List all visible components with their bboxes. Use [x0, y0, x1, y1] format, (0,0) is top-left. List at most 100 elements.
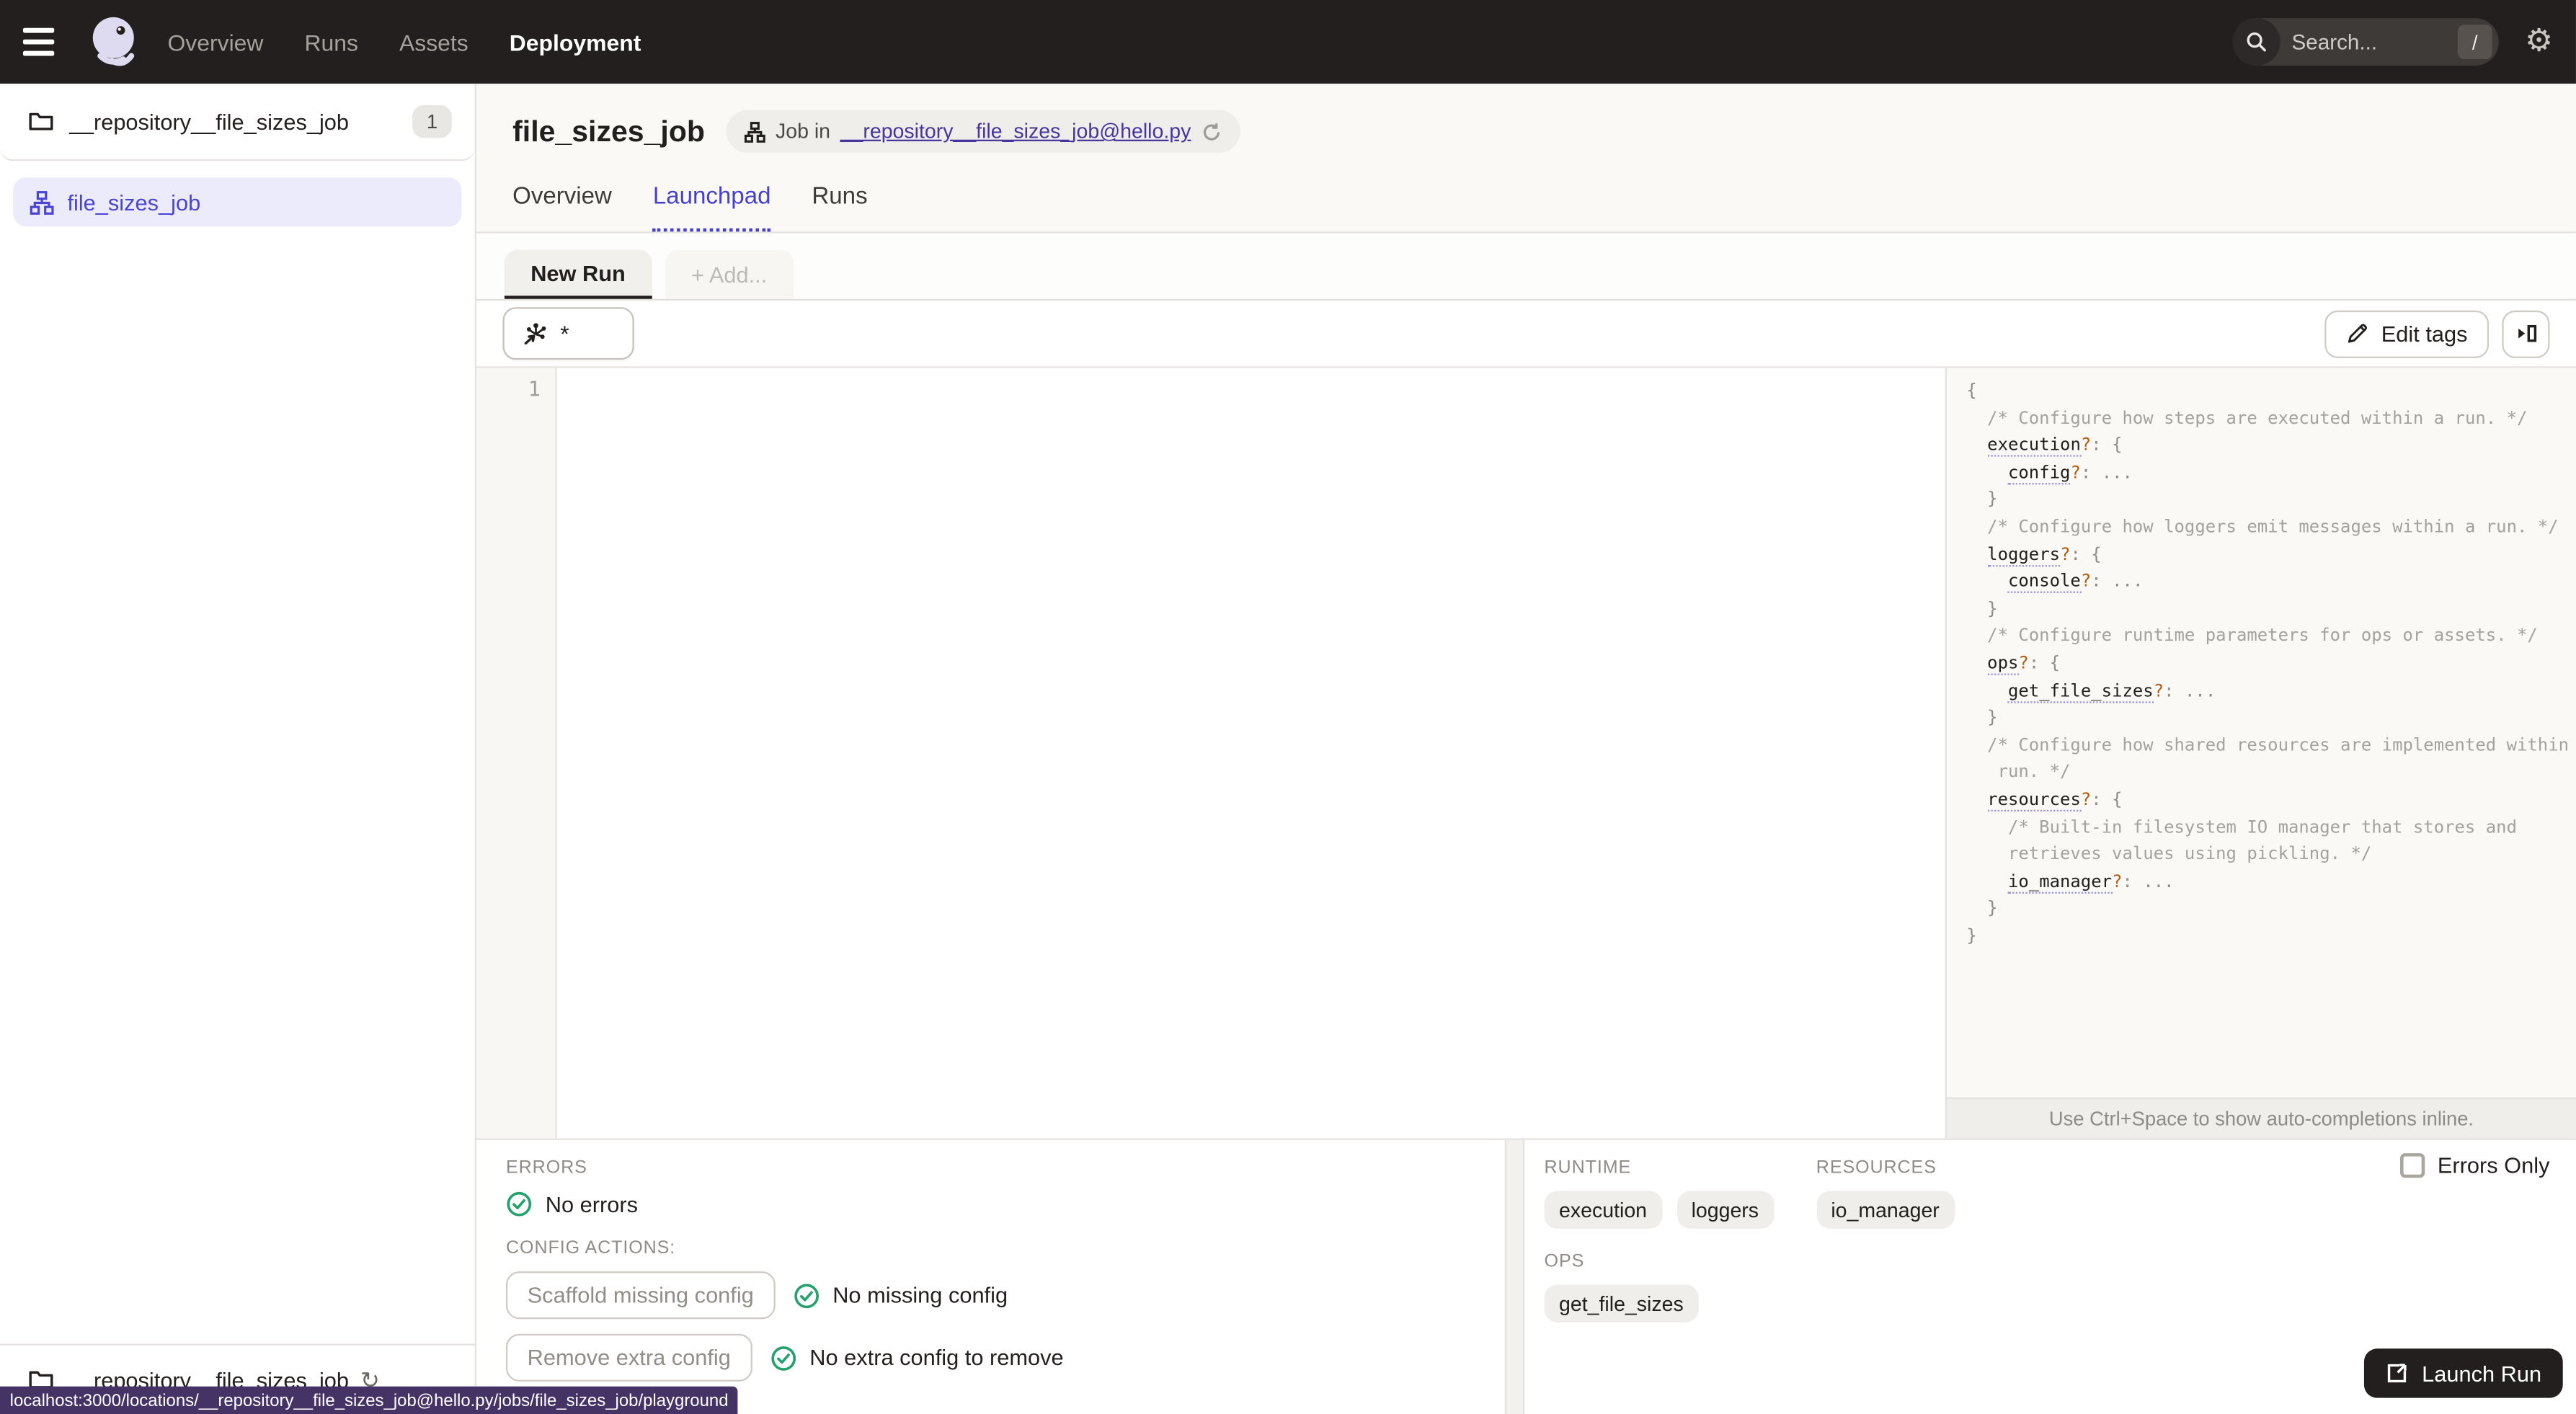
schema-line: /* Configure runtime parameters for ops …: [1966, 626, 2538, 646]
schema-line: }: [1966, 490, 1998, 510]
job-graph-icon: [745, 120, 765, 142]
scaffold-config-row: Scaffold missing config No missing confi…: [506, 1271, 1505, 1320]
sidebar-item-file-sizes-job[interactable]: file_sizes_job: [13, 177, 462, 227]
expand-panel-button[interactable]: [2502, 309, 2550, 357]
page-header: file_sizes_job Job in __repository__file…: [476, 84, 2576, 234]
schema-line: /* Configure how loggers emit messages w…: [1966, 517, 2559, 538]
schema-line: {: [1966, 381, 1977, 401]
edit-tags-button[interactable]: Edit tags: [2325, 309, 2490, 357]
config-editor[interactable]: [556, 368, 1945, 1139]
scaffold-status: No missing config: [794, 1282, 1008, 1308]
search-placeholder: Search...: [2291, 30, 2378, 55]
scope-chip[interactable]: loggers: [1676, 1191, 1774, 1229]
line-number: 1: [528, 375, 541, 401]
remove-config-row: Remove extra config No extra config to r…: [506, 1333, 1505, 1382]
nav-link-assets[interactable]: Assets: [399, 29, 468, 55]
tab-overview[interactable]: Overview: [512, 184, 612, 231]
errors-section: ERRORS No errors CONFIG ACTIONS: Scaffol…: [476, 1140, 1505, 1414]
schema-line: }: [1966, 708, 1998, 729]
errors-only-label: Errors Only: [2437, 1153, 2550, 1178]
config-actions-label: CONFIG ACTIONS:: [506, 1238, 676, 1258]
resources-group: RESOURCES io_manager: [1816, 1157, 1955, 1252]
repo-count-badge: 1: [412, 105, 452, 138]
nav-link-deployment[interactable]: Deployment: [510, 29, 641, 55]
search-input[interactable]: Search... /: [2232, 18, 2499, 66]
edit-tags-label: Edit tags: [2381, 321, 2468, 346]
schema-line: resources?: {: [1966, 787, 2576, 814]
expand-panel-icon: [2518, 324, 2536, 342]
job-pill-prefix: Job in: [775, 120, 831, 143]
schema-line: /* Configure how shared resources are im…: [1966, 735, 2576, 755]
schema-line: run. */: [1966, 762, 2071, 783]
errors-status: No errors: [506, 1191, 1505, 1217]
reload-icon[interactable]: [1201, 121, 1222, 143]
resources-label: RESOURCES: [1816, 1157, 1937, 1178]
scope-chip[interactable]: get_file_sizes: [1544, 1284, 1699, 1322]
schema-line: /* Built-in filesystem IO manager that s…: [1966, 817, 2517, 837]
browser-status-bar: localhost:3000/locations/__repository__f…: [0, 1386, 739, 1414]
schema-line: get_file_sizes?: ...: [1966, 677, 2576, 705]
remove-status-text: No extra config to remove: [809, 1345, 1064, 1370]
scaffold-missing-config-button[interactable]: Scaffold missing config: [506, 1271, 776, 1320]
ops-chips: get_file_sizes: [1544, 1284, 2576, 1322]
ops-label: OPS: [1544, 1251, 1585, 1272]
dagster-logo: [86, 12, 145, 71]
schema-line: }: [1966, 899, 1998, 919]
nav-link-overview[interactable]: Overview: [167, 29, 263, 55]
nav-links: Overview Runs Assets Deployment: [167, 29, 641, 55]
page-tabs: Overview Launchpad Runs: [512, 184, 2540, 232]
check-circle-icon: [507, 1191, 532, 1217]
sidebar-item-label: file_sizes_job: [67, 190, 201, 215]
menu-icon[interactable]: [22, 19, 69, 65]
top-nav: Overview Runs Assets Deployment Search..…: [0, 0, 2576, 84]
search-icon: [2232, 18, 2280, 66]
sidebar-repo-header[interactable]: __repository__file_sizes_job 1: [0, 84, 475, 161]
page-title: file_sizes_job: [512, 114, 705, 147]
main-panel: file_sizes_job Job in __repository__file…: [476, 84, 2576, 1414]
session-tab-new-run[interactable]: New Run: [504, 249, 652, 299]
gear-icon[interactable]: ⚙: [2525, 26, 2553, 57]
schema-line: ops?: {: [1966, 650, 2576, 677]
launchpad-session-tabs: New Run + Add...: [476, 233, 2576, 301]
session-tab-add[interactable]: + Add...: [665, 249, 794, 299]
job-graph-icon: [30, 190, 54, 214]
scope-chip[interactable]: execution: [1544, 1191, 1662, 1229]
status-url: localhost:3000/locations/__repository__f…: [9, 1390, 729, 1410]
folder-icon: [29, 112, 53, 130]
tab-runs[interactable]: Runs: [812, 184, 867, 231]
errors-status-text: No errors: [545, 1191, 638, 1217]
job-origin-pill: Job in __repository__file_sizes_job@hell…: [726, 110, 1240, 153]
editor-gutter: 1: [476, 368, 557, 1139]
launch-run-button[interactable]: Launch Run: [2364, 1348, 2563, 1398]
runtime-chips: execution loggers: [1544, 1191, 1774, 1229]
scope-chip[interactable]: io_manager: [1816, 1191, 1955, 1229]
nav-link-runs[interactable]: Runs: [304, 29, 358, 55]
scaffold-status-text: No missing config: [832, 1283, 1008, 1308]
schema-line: /* Configure how steps are executed with…: [1966, 408, 2528, 428]
op-selector-input[interactable]: *: [502, 307, 634, 360]
resources-chips: io_manager: [1816, 1191, 1955, 1229]
scope-section: RUNTIME execution loggers RESOURCES io_ma…: [1524, 1140, 2576, 1414]
check-circle-icon: [794, 1283, 819, 1308]
check-circle-icon: [770, 1345, 796, 1370]
repo-location-link[interactable]: __repository__file_sizes_job@hello.py: [840, 120, 1191, 143]
panel-splitter[interactable]: [1504, 1139, 1525, 1414]
runtime-group: RUNTIME execution loggers: [1544, 1158, 1774, 1252]
tab-launchpad[interactable]: Launchpad: [652, 184, 771, 232]
sidebar-repo-name: __repository__file_sizes_job: [68, 109, 350, 134]
remove-status: No extra config to remove: [770, 1345, 1064, 1371]
errors-only-checkbox[interactable]: [2399, 1153, 2425, 1178]
schema-line: }: [1966, 926, 1977, 946]
config-schema-text[interactable]: { /* Configure how steps are executed wi…: [1947, 368, 2576, 1098]
op-selector-icon: [524, 323, 546, 345]
ops-group: OPS get_file_sizes: [1544, 1251, 2576, 1322]
errors-only-toggle[interactable]: Errors Only: [2399, 1153, 2549, 1178]
schema-line: console?: ...: [1966, 569, 2576, 596]
remove-extra-config-button[interactable]: Remove extra config: [506, 1333, 752, 1382]
schema-line: execution?: {: [1966, 432, 2576, 460]
errors-label: ERRORS: [506, 1157, 587, 1178]
pencil-icon: [2348, 324, 2368, 343]
app-window: Overview Runs Assets Deployment Search..…: [0, 0, 2576, 1414]
schema-line: }: [1966, 599, 1998, 619]
schema-line: loggers?: {: [1966, 541, 2576, 569]
